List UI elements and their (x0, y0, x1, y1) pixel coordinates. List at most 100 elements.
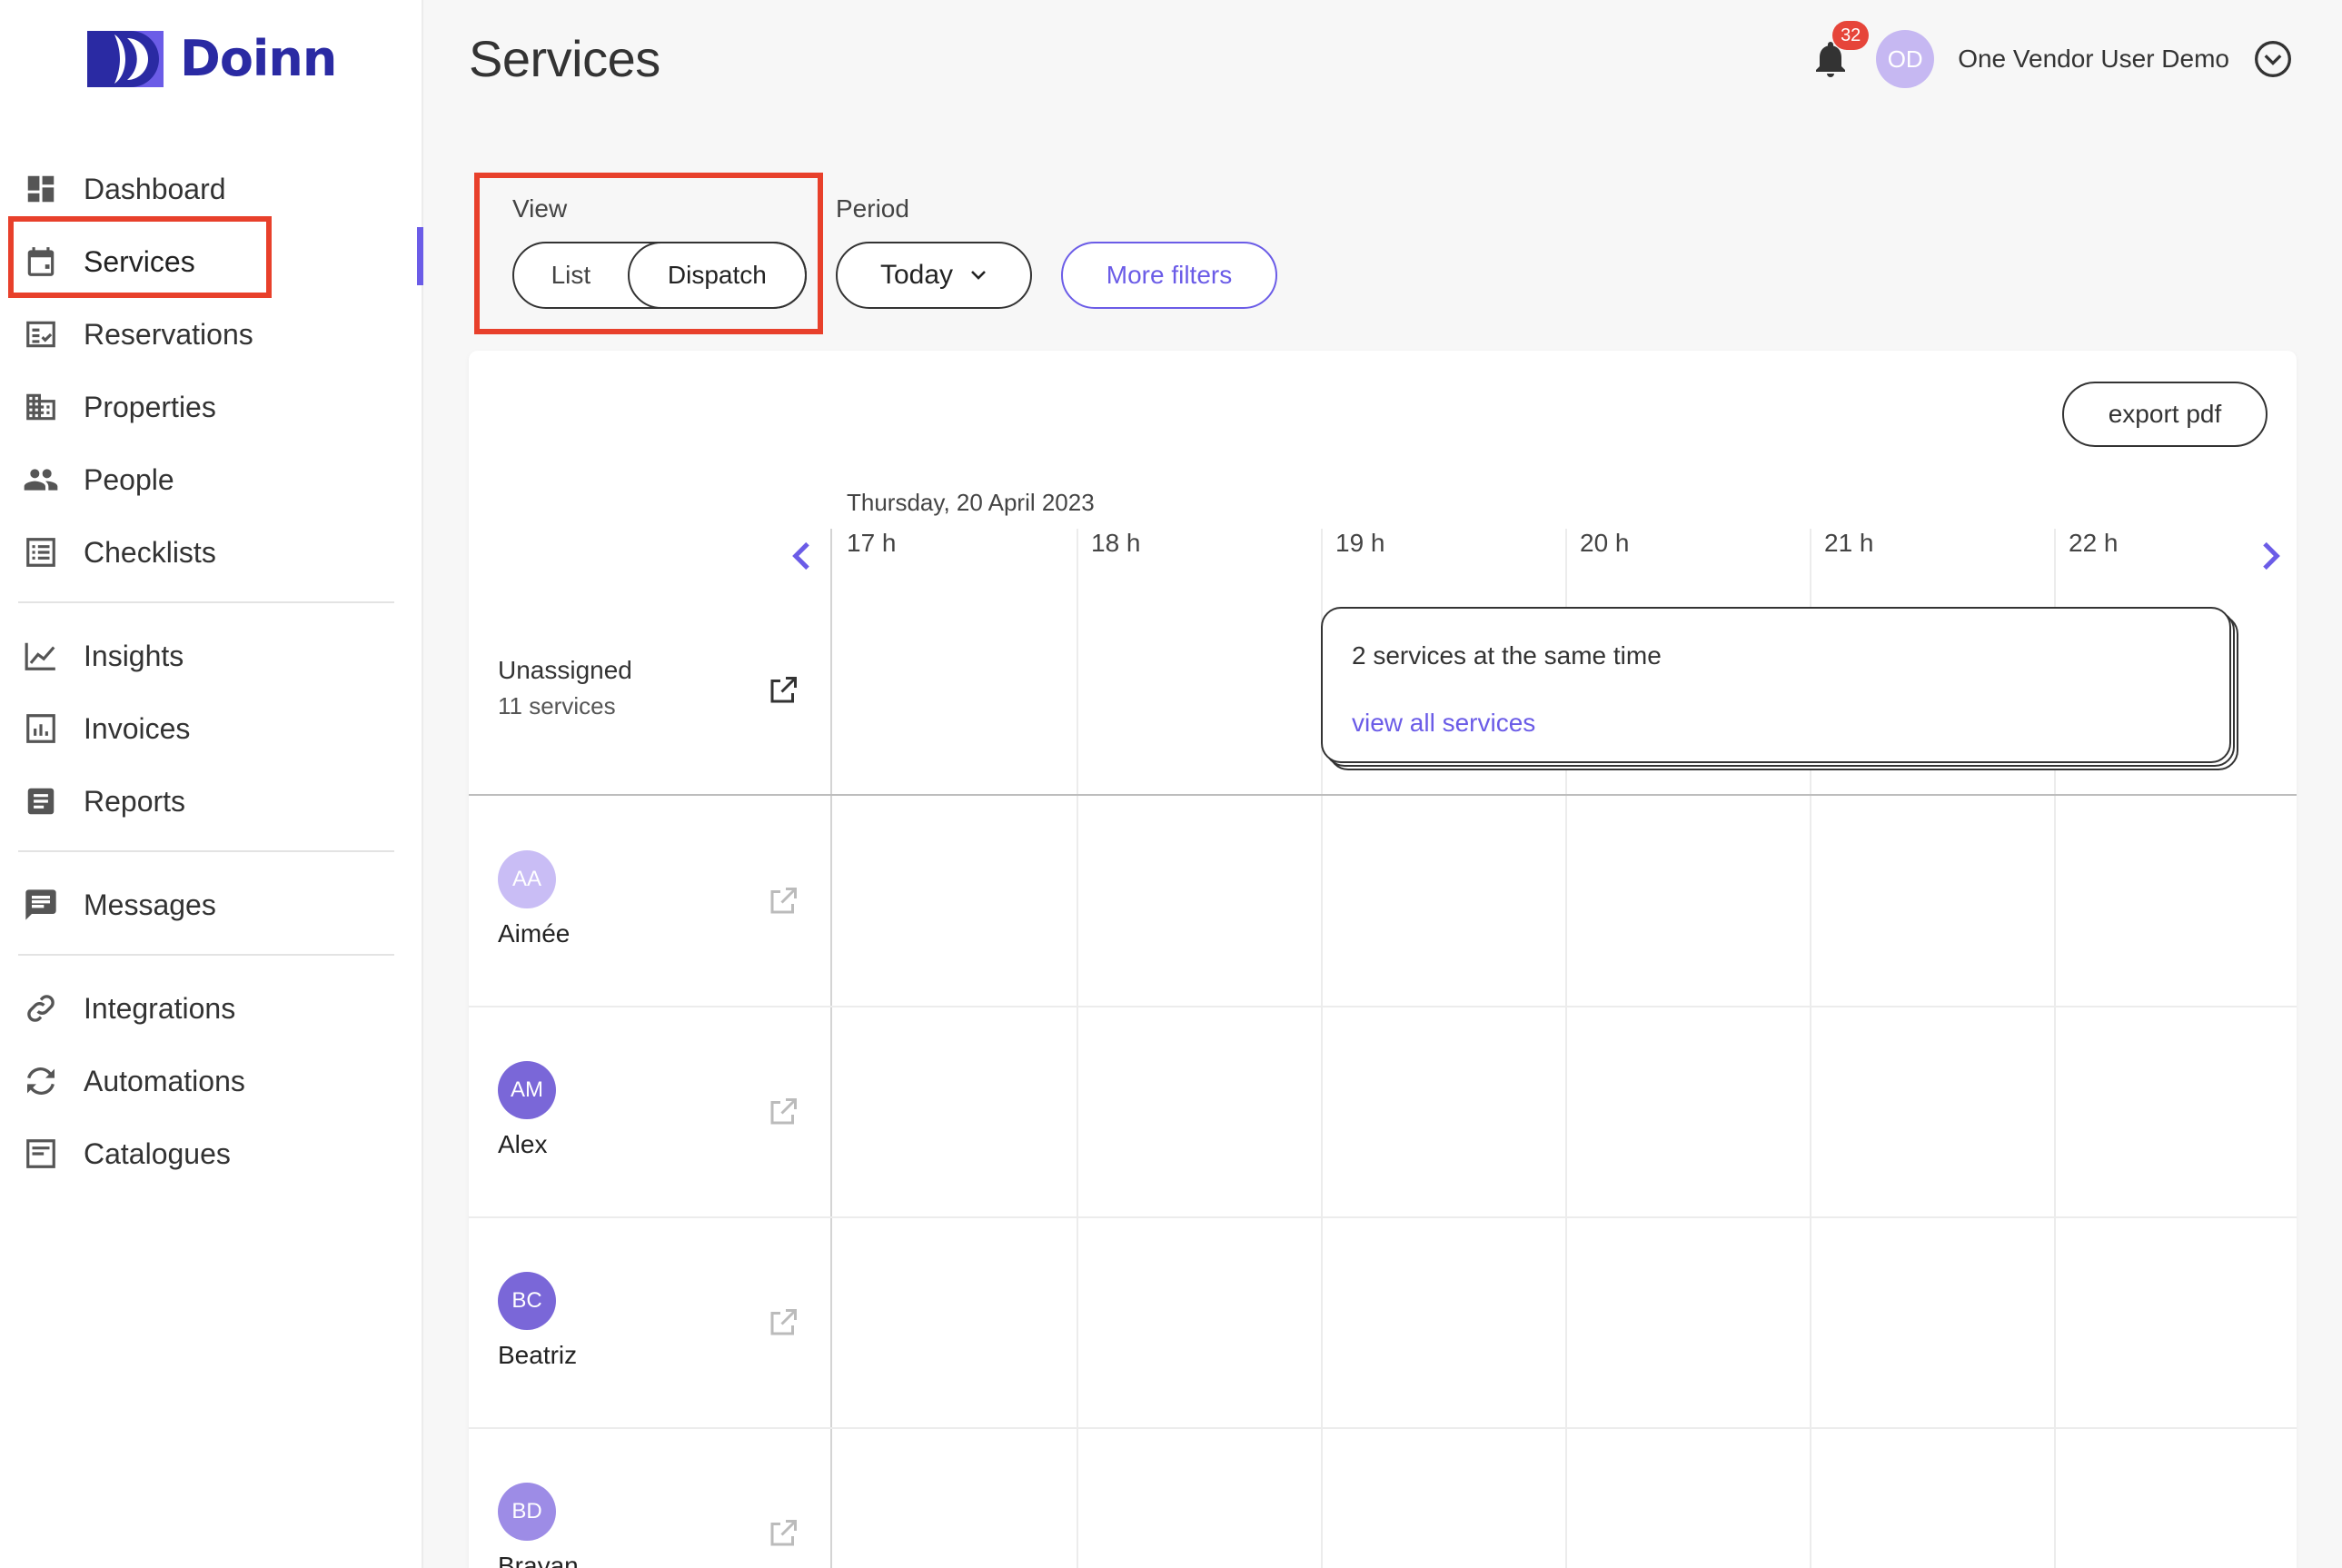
sidebar-item-label: Insights (84, 639, 184, 672)
sidebar-item-automations[interactable]: Automations (0, 1045, 423, 1117)
sidebar-item-people[interactable]: People (0, 443, 423, 516)
sidebar-item-reservations[interactable]: Reservations (0, 298, 423, 371)
sidebar-item-reports[interactable]: Reports (0, 765, 423, 838)
person-name: Alex (498, 1130, 548, 1158)
export-pdf-button[interactable]: export pdf (2062, 382, 2268, 447)
sidebar-item-label: Properties (84, 390, 216, 423)
user-menu-chevron-icon[interactable] (2253, 39, 2293, 79)
chevron-left-icon[interactable] (785, 538, 821, 574)
user-name[interactable]: One Vendor User Demo (1958, 45, 2229, 74)
open-external-icon[interactable] (767, 1517, 799, 1550)
sidebar-divider (18, 601, 394, 603)
chart-line-icon (22, 637, 60, 675)
sidebar-item-label: Automations (84, 1064, 245, 1097)
more-filters-button[interactable]: More filters (1061, 242, 1277, 309)
open-external-icon[interactable] (767, 674, 799, 707)
checklist-icon (22, 533, 60, 571)
top-bar: 32 OD One Vendor User Demo (1809, 21, 2293, 91)
open-external-icon[interactable] (767, 885, 799, 918)
avatar: AA (498, 850, 556, 908)
people-icon (22, 461, 60, 499)
report-icon (22, 782, 60, 820)
hour-label: 17 h (847, 529, 897, 557)
view-option-list[interactable]: List (514, 243, 628, 307)
brand-logo[interactable]: Doinn (87, 30, 337, 87)
unassigned-row-header: Unassigned 11 services (498, 656, 807, 720)
grid-line (1077, 529, 1078, 1568)
sync-icon (22, 1062, 60, 1100)
link-icon (22, 989, 60, 1027)
hour-label: 22 h (2069, 529, 2119, 557)
dispatch-panel: export pdf Thursday, 20 April 2023 17 h … (469, 351, 2297, 1568)
dispatch-date: Thursday, 20 April 2023 (847, 489, 1095, 516)
sidebar-item-label: Reservations (84, 317, 253, 351)
sidebar-item-insights[interactable]: Insights (0, 620, 423, 692)
avatar: AM (498, 1061, 556, 1119)
card-title: 2 services at the same time (1352, 641, 1662, 670)
catalogue-icon (22, 1135, 60, 1173)
sidebar-item-label: Dashboard (84, 172, 226, 205)
person-row-header: AA Aimée (498, 850, 807, 948)
chevron-right-icon[interactable] (2251, 538, 2287, 574)
sidebar-item-label: Integrations (84, 991, 236, 1025)
user-avatar[interactable]: OD (1876, 30, 1935, 88)
sidebar-item-dashboard[interactable]: Dashboard (0, 153, 423, 225)
grid-row-divider (469, 794, 2297, 796)
view-label: View (512, 194, 568, 223)
sidebar-item-label: Reports (84, 784, 186, 818)
sidebar-item-checklists[interactable]: Checklists (0, 516, 423, 589)
sidebar-item-invoices[interactable]: Invoices (0, 692, 423, 765)
person-row-header: AM Alex (498, 1061, 807, 1159)
person-name: Brayan (498, 1552, 579, 1568)
view-all-services-link[interactable]: view all services (1352, 709, 1535, 738)
dashboard-icon (22, 170, 60, 208)
sidebar-divider (18, 954, 394, 956)
avatar: BC (498, 1272, 556, 1330)
reservations-icon (22, 315, 60, 353)
building-icon (22, 388, 60, 426)
period-select[interactable]: Today (836, 242, 1032, 309)
period-label: Period (836, 194, 909, 223)
sidebar-divider (18, 850, 394, 852)
sidebar-item-properties[interactable]: Properties (0, 371, 423, 443)
open-external-icon[interactable] (767, 1306, 799, 1339)
sidebar: Doinn Dashboard Services Reservations Pr… (0, 0, 423, 1568)
person-row-header: BC Beatriz (498, 1272, 807, 1370)
brand-name: Doinn (180, 30, 337, 87)
view-toggle[interactable]: List Dispatch (512, 242, 807, 309)
active-indicator (417, 227, 423, 285)
message-icon (22, 886, 60, 924)
hour-label: 19 h (1335, 529, 1385, 557)
sidebar-item-messages[interactable]: Messages (0, 868, 423, 941)
chevron-down-icon (971, 271, 986, 280)
sidebar-item-label: Catalogues (84, 1136, 231, 1170)
notifications-button[interactable]: 32 (1809, 21, 1870, 81)
grid-row-divider (469, 1427, 2297, 1429)
unassigned-title: Unassigned (498, 656, 632, 684)
sidebar-nav: Dashboard Services Reservations Properti… (0, 153, 423, 1190)
grid-row-divider (469, 1216, 2297, 1218)
card-front: 2 services at the same time view all ser… (1321, 607, 2231, 763)
avatar: BD (498, 1483, 556, 1541)
period-value: Today (879, 260, 954, 290)
person-row-header: BD Brayan (498, 1483, 807, 1568)
sidebar-item-integrations[interactable]: Integrations (0, 972, 423, 1045)
page-title: Services (469, 30, 660, 87)
grouped-services-card[interactable]: 2 services at the same time view all ser… (1321, 607, 2238, 770)
view-option-dispatch[interactable]: Dispatch (627, 242, 807, 309)
open-external-icon[interactable] (767, 1096, 799, 1128)
services-highlight-box (8, 216, 272, 298)
sidebar-item-label: Checklists (84, 535, 216, 569)
unassigned-count: 11 services (498, 692, 616, 719)
notification-count-badge: 32 (1832, 21, 1870, 50)
sidebar-item-label: Invoices (84, 711, 191, 745)
person-name: Beatriz (498, 1341, 578, 1369)
grid-row-divider (469, 1006, 2297, 1007)
sidebar-item-catalogues[interactable]: Catalogues (0, 1117, 423, 1190)
sidebar-item-label: Messages (84, 888, 216, 921)
invoice-icon (22, 710, 60, 748)
sidebar-item-label: People (84, 462, 174, 496)
doinn-logo-icon (87, 31, 164, 87)
grid-line (830, 529, 832, 1568)
person-name: Aimée (498, 919, 571, 948)
